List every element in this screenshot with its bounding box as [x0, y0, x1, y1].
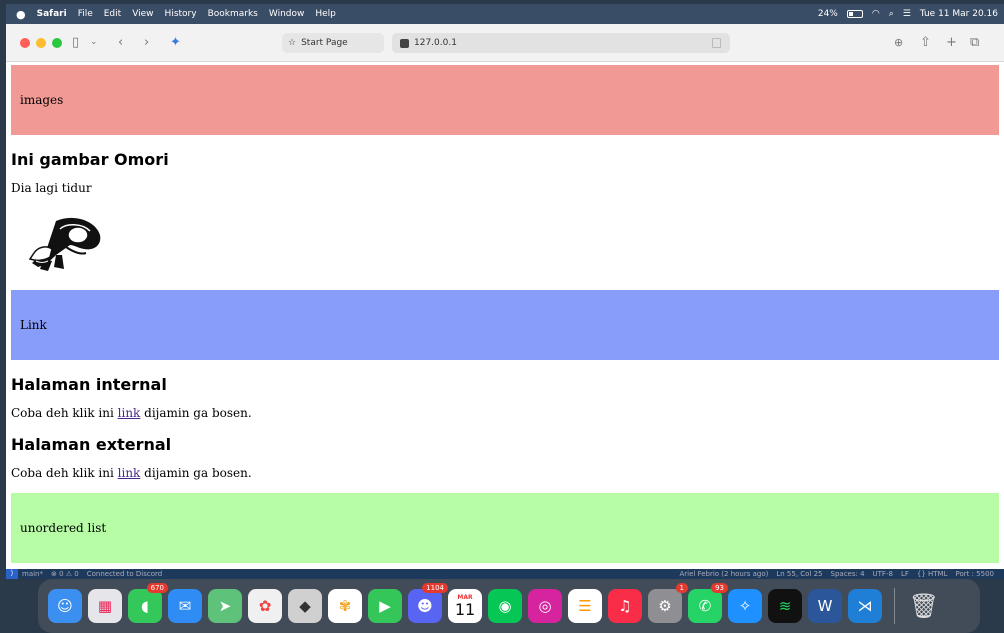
- clock[interactable]: Tue 11 Mar 20.16: [920, 9, 998, 19]
- list-section-header: unordered list: [11, 493, 999, 563]
- git-blame[interactable]: Ariel Febrio (2 hours ago): [679, 570, 768, 578]
- spotlight-icon[interactable]: ⌕: [889, 9, 894, 19]
- back-icon[interactable]: ‹: [118, 35, 123, 50]
- language-mode[interactable]: {} HTML: [917, 570, 948, 578]
- start-page-tab[interactable]: ☆ Start Page: [282, 33, 384, 53]
- sidebar-icon[interactable]: ▯: [72, 35, 79, 50]
- menu-window[interactable]: Window: [269, 9, 305, 19]
- link-section-header: Link: [11, 290, 999, 360]
- chevron-down-icon[interactable]: ⌄: [90, 37, 98, 47]
- list-section-label: unordered list: [20, 521, 107, 535]
- indentation[interactable]: Spaces: 4: [831, 570, 865, 578]
- control-center-icon[interactable]: ☰: [903, 9, 911, 19]
- whatsapp-badge: 93: [711, 583, 728, 593]
- problems-count[interactable]: ⊗ 0 ⚠ 0: [51, 570, 79, 578]
- internal-paragraph: Coba deh klik ini link dijamin ga bosen.: [11, 406, 1004, 420]
- discord-status[interactable]: Connected to Discord: [87, 570, 162, 578]
- line-icon[interactable]: ◉: [488, 589, 522, 623]
- git-branch[interactable]: main*: [22, 570, 43, 578]
- system-settings-icon[interactable]: ⚙ 1: [648, 583, 688, 623]
- reminders-icon[interactable]: ☰: [568, 589, 602, 623]
- reader-icon[interactable]: [712, 38, 721, 48]
- safari-window: ▯ ⌄ ‹ › ✦ ☆ Start Page 127.0.0.1 ⊕ ⇧ + ⧉…: [6, 24, 1004, 569]
- external-title: Halaman external: [11, 435, 172, 454]
- url-text: 127.0.0.1: [414, 38, 457, 48]
- encoding[interactable]: UTF-8: [873, 570, 893, 578]
- finder-icon[interactable]: ☺: [48, 589, 82, 623]
- menu-view[interactable]: View: [132, 9, 153, 19]
- end-of-line[interactable]: LF: [901, 570, 909, 578]
- wifi-icon[interactable]: ◠: [872, 9, 880, 19]
- zoom-button[interactable]: [52, 37, 62, 48]
- menu-help[interactable]: Help: [315, 9, 336, 19]
- minimize-button[interactable]: [36, 37, 46, 48]
- dock-separator: [894, 588, 895, 624]
- remote-icon[interactable]: ⟩: [6, 569, 18, 579]
- maps-icon[interactable]: ➤: [208, 589, 242, 623]
- battery-icon[interactable]: [846, 10, 863, 18]
- omori-sleeping-image: [28, 217, 101, 271]
- facetime-icon[interactable]: ▶: [368, 589, 402, 623]
- link-section-label: Link: [20, 318, 47, 332]
- menu-history[interactable]: History: [165, 9, 197, 19]
- web-page: images Ini gambar Omori Dia lagi tidur L…: [6, 63, 1004, 569]
- live-server-port[interactable]: Port : 5500: [956, 570, 995, 578]
- word-icon[interactable]: W: [808, 589, 842, 623]
- photos-icon[interactable]: ✾: [328, 589, 362, 623]
- new-tab-icon[interactable]: +: [946, 35, 957, 50]
- site-favicon-icon: [400, 38, 409, 48]
- external-link[interactable]: link: [118, 466, 141, 480]
- safari-icon[interactable]: ✧: [728, 589, 762, 623]
- messages-icon[interactable]: ◖ 670: [128, 583, 168, 623]
- extension-icon[interactable]: ✦: [170, 35, 181, 50]
- launchpad-icon[interactable]: ▦: [88, 589, 122, 623]
- discord-icon[interactable]: ☻ 1104: [408, 583, 448, 623]
- battery-percent[interactable]: 24%: [818, 9, 838, 19]
- calendar-icon[interactable]: MAR 11: [448, 589, 482, 623]
- instagram-icon[interactable]: ◎: [528, 589, 562, 623]
- menu-safari[interactable]: Safari: [37, 9, 67, 19]
- whatsapp-icon[interactable]: ✆ 93: [688, 583, 728, 623]
- download-icon[interactable]: ⊕: [894, 36, 903, 49]
- share-icon[interactable]: ⇧: [920, 35, 931, 50]
- discord-badge: 1104: [422, 583, 448, 593]
- address-bar[interactable]: 127.0.0.1: [392, 33, 730, 53]
- apple-icon[interactable]: ●: [16, 8, 26, 21]
- menu-bar: ● Safari File Edit View History Bookmark…: [6, 4, 1004, 24]
- settings-badge: 1: [675, 583, 688, 593]
- close-button[interactable]: [20, 37, 30, 48]
- external-prefix: Coba deh klik ini: [11, 466, 118, 480]
- vscode-icon[interactable]: ⋊: [848, 589, 882, 623]
- roblox-icon[interactable]: ◆: [288, 589, 322, 623]
- window-controls: [20, 37, 62, 48]
- internal-title: Halaman internal: [11, 375, 167, 394]
- image-title: Ini gambar Omori: [11, 150, 169, 169]
- internal-link[interactable]: link: [118, 406, 141, 420]
- browser-toolbar: ▯ ⌄ ‹ › ✦ ☆ Start Page 127.0.0.1 ⊕ ⇧ + ⧉: [6, 24, 1004, 62]
- spotify-icon[interactable]: ≋: [768, 589, 802, 623]
- internal-suffix: dijamin ga bosen.: [140, 406, 252, 420]
- forward-icon[interactable]: ›: [144, 35, 149, 50]
- images-section-label: images: [20, 93, 64, 107]
- external-suffix: dijamin ga bosen.: [140, 466, 252, 480]
- vscode-status-bar: ⟩ main* ⊗ 0 ⚠ 0 Connected to Discord Ari…: [6, 569, 1004, 579]
- tab-overview-icon[interactable]: ⧉: [970, 35, 979, 50]
- dock: ☺ ▦ ◖ 670 ✉ ➤ ✿ ◆ ✾ ▶ ☻ 1104 MAR 11 ◉ ◎ ☰ …: [38, 579, 980, 633]
- star-icon: ☆: [288, 38, 297, 48]
- menu-file[interactable]: File: [78, 9, 93, 19]
- trash-icon[interactable]: 🗑: [907, 589, 941, 623]
- menu-edit[interactable]: Edit: [104, 9, 121, 19]
- start-page-label: Start Page: [301, 38, 348, 48]
- external-paragraph: Coba deh klik ini link dijamin ga bosen.: [11, 466, 1004, 480]
- music-icon[interactable]: ♫: [608, 589, 642, 623]
- mail-icon[interactable]: ✉: [168, 589, 202, 623]
- menu-bookmarks[interactable]: Bookmarks: [208, 9, 258, 19]
- internal-prefix: Coba deh klik ini: [11, 406, 118, 420]
- image-caption: Dia lagi tidur: [11, 181, 92, 195]
- photo-booth-icon[interactable]: ✿: [248, 589, 282, 623]
- images-section-header: images: [11, 65, 999, 135]
- calendar-day: 11: [454, 600, 476, 619]
- cursor-position[interactable]: Ln 55, Col 25: [776, 570, 822, 578]
- messages-badge: 670: [146, 583, 168, 593]
